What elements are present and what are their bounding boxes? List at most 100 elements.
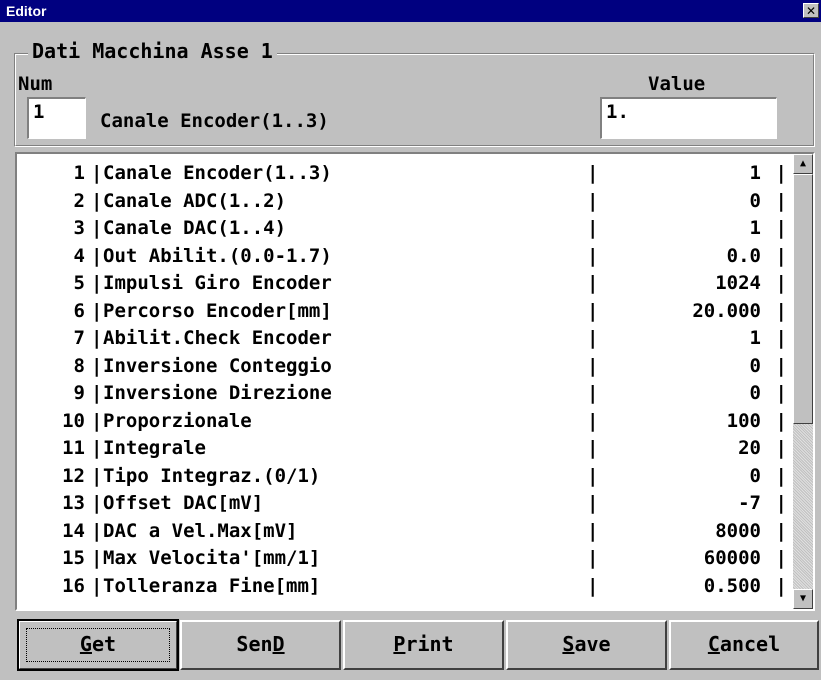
column-separator: | (775, 244, 787, 267)
button-label-pre: Sen (236, 632, 273, 656)
value-label: Value (648, 73, 706, 95)
column-separator: | (775, 327, 787, 349)
column-separator: | (775, 272, 787, 294)
group-title: Dati Macchina Asse 1 (28, 38, 277, 64)
column-separator: | (775, 574, 787, 597)
row-name: Canale Encoder(1..3) (103, 162, 332, 184)
button-accelerator: C (707, 632, 720, 656)
send-button[interactable]: SenD (180, 620, 341, 670)
button-accelerator: D (272, 632, 285, 656)
list-item[interactable]: 8 | Inversione Conteggio | 0 | (21, 353, 791, 381)
row-value: 60000 (703, 547, 761, 569)
row-value: 0 (749, 189, 761, 212)
list-item[interactable]: 5 | Impulsi Giro Encoder | 1024 | (21, 270, 791, 298)
column-separator: | (587, 244, 599, 267)
vertical-scrollbar[interactable]: ▲ ▼ (793, 154, 813, 609)
list-item[interactable]: 4 | Out Abilit.(0.0-1.7) | 0.0 | (21, 243, 791, 271)
row-number: 9 (73, 382, 85, 404)
column-separator: | (91, 327, 103, 349)
column-separator: | (91, 354, 103, 377)
column-separator: | (775, 547, 787, 569)
row-number: 7 (73, 327, 85, 349)
column-separator: | (587, 189, 599, 212)
column-separator: | (587, 437, 599, 459)
list-item[interactable]: 13 | Offset DAC[mV] | -7 | (21, 490, 791, 518)
row-number: 11 (62, 437, 85, 459)
list-item[interactable]: 3 | Canale DAC(1..4) | 1 | (21, 215, 791, 243)
column-separator: | (775, 382, 787, 404)
list-item[interactable]: 16 | Tolleranza Fine[mm] | 0.500 | (21, 573, 791, 601)
row-number: 16 (62, 574, 85, 597)
row-number: 8 (73, 354, 85, 377)
row-value: 1024 (715, 272, 761, 294)
get-button[interactable]: Get (17, 619, 179, 671)
num-field[interactable]: 1 (27, 97, 86, 139)
list-item[interactable]: 11 | Integrale | 20 | (21, 435, 791, 463)
row-name: Canale ADC(1..2) (103, 189, 287, 212)
row-number: 10 (62, 409, 85, 432)
row-value: 1 (749, 327, 761, 349)
list-item[interactable]: 7 | Abilit.Check Encoder | 1 | (21, 325, 791, 353)
column-separator: | (587, 409, 599, 432)
close-icon[interactable]: ✕ (803, 3, 819, 18)
list-item[interactable]: 10 | Proporzionale | 100 | (21, 408, 791, 436)
column-separator: | (91, 299, 103, 322)
row-name: Proporzionale (103, 409, 252, 432)
column-separator: | (587, 354, 599, 377)
column-separator: | (775, 354, 787, 377)
row-name: Max Velocita'[mm/1] (103, 547, 321, 569)
column-separator: | (587, 519, 599, 542)
scroll-up-icon[interactable]: ▲ (793, 154, 813, 174)
row-name: Offset DAC[mV] (103, 492, 264, 514)
parameter-list[interactable]: 1 | Canale Encoder(1..3) | 1 | 2 | Canale ADC(1.… (15, 152, 815, 611)
scroll-thumb[interactable] (793, 174, 813, 424)
list-item[interactable]: 1 | Canale Encoder(1..3) | 1 | (21, 160, 791, 188)
button-label-post: rint (405, 632, 454, 656)
row-value: 20 (738, 437, 761, 459)
column-separator: | (587, 574, 599, 597)
column-separator: | (91, 272, 103, 294)
list-item[interactable]: 15 | Max Velocita'[mm/1] | 60000 | (21, 545, 791, 573)
button-accelerator: S (562, 632, 575, 656)
column-separator: | (775, 464, 787, 487)
column-separator: | (91, 382, 103, 404)
list-item[interactable]: 2 | Canale ADC(1..2) | 0 | (21, 188, 791, 216)
column-separator: | (587, 492, 599, 514)
row-name: Canale DAC(1..4) (103, 217, 287, 239)
list-item[interactable]: 12 | Tipo Integraz.(0/1) | 0 | (21, 463, 791, 491)
row-value: 1 (749, 162, 761, 184)
save-button[interactable]: Save (506, 620, 667, 670)
column-separator: | (587, 382, 599, 404)
button-accelerator: P (393, 632, 406, 656)
column-separator: | (91, 189, 103, 212)
column-separator: | (587, 299, 599, 322)
row-value: 20.000 (692, 299, 761, 322)
column-separator: | (91, 437, 103, 459)
row-name: Abilit.Check Encoder (103, 327, 332, 349)
row-value: 8000 (715, 519, 761, 542)
list-item[interactable]: 14 | DAC a Vel.Max[mV] | 8000 | (21, 518, 791, 546)
cancel-button[interactable]: Cancel (669, 620, 819, 670)
column-separator: | (91, 464, 103, 487)
column-separator: | (587, 217, 599, 239)
list-item[interactable]: 9 | Inversione Direzione | 0 | (21, 380, 791, 408)
column-separator: | (91, 409, 103, 432)
title-bar: Editor ✕ (0, 0, 821, 22)
row-name: Inversione Conteggio (103, 354, 332, 377)
column-separator: | (91, 162, 103, 184)
row-number: 2 (73, 189, 85, 212)
row-name: Impulsi Giro Encoder (103, 272, 332, 294)
list-item[interactable]: 6 | Percorso Encoder[mm] | 20.000 | (21, 298, 791, 326)
scroll-down-icon[interactable]: ▼ (793, 589, 813, 609)
row-number: 3 (73, 217, 85, 239)
button-label-post: ancel (719, 632, 781, 656)
row-number: 5 (73, 272, 85, 294)
value-field[interactable]: 1. (600, 97, 777, 139)
row-name: Inversione Direzione (103, 382, 332, 404)
window-title: Editor (6, 3, 47, 19)
row-value: -7 (738, 492, 761, 514)
column-separator: | (587, 162, 599, 184)
row-number: 14 (62, 519, 85, 542)
print-button[interactable]: Print (343, 620, 504, 670)
row-number: 1 (73, 162, 85, 184)
